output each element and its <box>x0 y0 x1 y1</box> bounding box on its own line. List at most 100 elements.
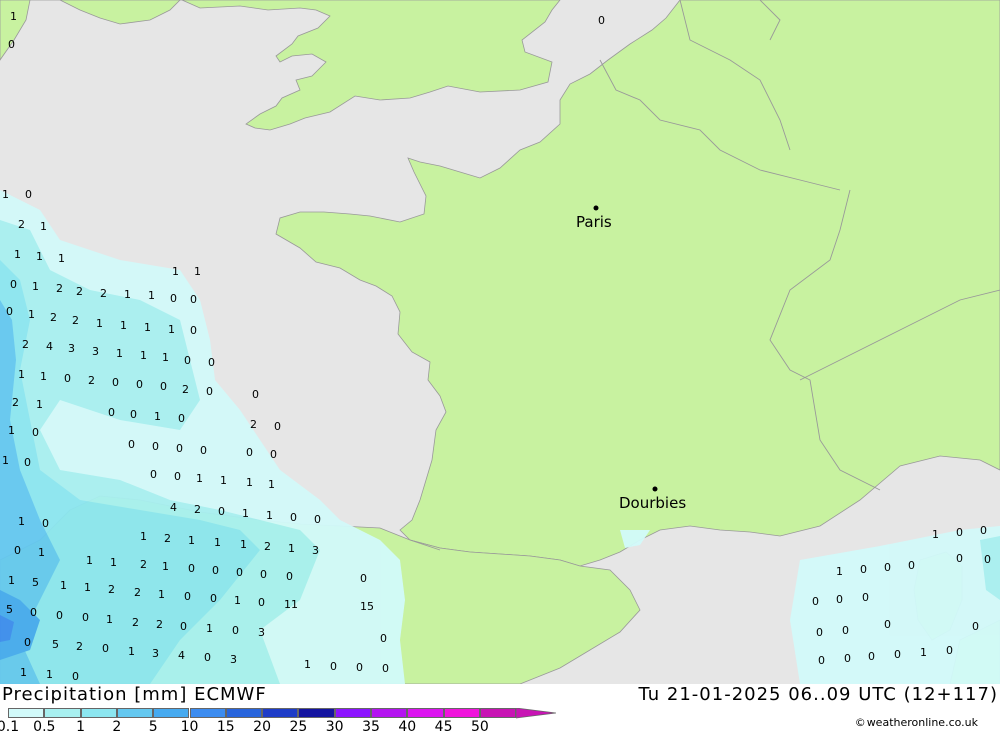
precip-value: 2 <box>50 311 57 324</box>
precip-value: 0 <box>206 385 213 398</box>
precip-value: 2 <box>76 285 83 298</box>
precip-value: 0 <box>152 440 159 453</box>
precip-value: 1 <box>220 474 227 487</box>
precip-value: 1 <box>32 280 39 293</box>
precip-value: 0 <box>42 517 49 530</box>
legend-swatch <box>407 708 444 718</box>
precip-value: 1 <box>234 594 241 607</box>
precip-value: 1 <box>2 454 9 467</box>
precip-value: 1 <box>40 370 47 383</box>
precip-value: 1 <box>38 546 45 559</box>
legend-swatch <box>298 708 335 718</box>
precip-value: 2 <box>182 383 189 396</box>
precip-value: 0 <box>894 648 901 661</box>
precip-value: 1 <box>154 410 161 423</box>
precip-value: 1 <box>158 588 165 601</box>
precip-value: 0 <box>24 456 31 469</box>
legend-swatch <box>371 708 408 718</box>
legend-swatch <box>80 708 117 718</box>
map-datetime: Tu 21-01-2025 06..09 UTC (12+117) <box>638 684 998 705</box>
precip-value: 0 <box>844 652 851 665</box>
precip-value: 1 <box>288 542 295 555</box>
precip-value: 0 <box>25 188 32 201</box>
credit-link[interactable]: ©weatheronline.co.uk <box>855 716 978 729</box>
precip-value: 1 <box>214 536 221 549</box>
precip-value: 0 <box>860 563 867 576</box>
legend-swatch <box>479 708 517 718</box>
precip-value: 0 <box>176 442 183 455</box>
precip-value: 2 <box>72 314 79 327</box>
precip-value: 1 <box>196 472 203 485</box>
legend-swatch <box>334 708 371 718</box>
precip-value: 4 <box>46 340 53 353</box>
precip-value: 0 <box>330 660 337 673</box>
precip-value: 0 <box>82 611 89 624</box>
legend-swatch <box>225 708 263 718</box>
precip-value: 0 <box>72 670 79 683</box>
legend-swatch <box>443 708 480 718</box>
precip-value: 0 <box>180 620 187 633</box>
precip-value: 0 <box>200 444 207 457</box>
precip-value: 0 <box>908 559 915 572</box>
precip-value: 0 <box>252 388 259 401</box>
precip-value: 3 <box>312 544 319 557</box>
precip-value: 1 <box>246 476 253 489</box>
precip-value: 0 <box>8 38 15 51</box>
precip-value: 0 <box>380 632 387 645</box>
precip-value: 1 <box>188 534 195 547</box>
precip-value: 1 <box>168 323 175 336</box>
precip-value: 2 <box>132 616 139 629</box>
precip-value: 0 <box>128 438 135 451</box>
precip-value: 15 <box>360 600 374 613</box>
precip-value: 1 <box>84 581 91 594</box>
precip-value: 4 <box>178 649 185 662</box>
precip-value: 1 <box>20 666 27 679</box>
precip-value: 1 <box>120 319 127 332</box>
precip-value: 1 <box>28 308 35 321</box>
precip-value: 1 <box>58 252 65 265</box>
precip-value: 0 <box>108 406 115 419</box>
precip-value: 2 <box>140 558 147 571</box>
precip-value: 0 <box>56 609 63 622</box>
precip-value: 0 <box>32 426 39 439</box>
precip-value: 1 <box>86 554 93 567</box>
precip-value: 0 <box>232 624 239 637</box>
precip-value: 0 <box>818 654 825 667</box>
precip-value: 1 <box>144 321 151 334</box>
precip-value: 0 <box>178 412 185 425</box>
precip-value: 2 <box>76 640 83 653</box>
precip-value: 0 <box>286 570 293 583</box>
legend-swatch <box>116 708 154 718</box>
precip-value: 1 <box>304 658 311 671</box>
precip-value: 0 <box>868 650 875 663</box>
precipitation-map: Paris Dourbies 101 02 11 1 10 1 2 2 2 1 1 0 01 10 1 2 2 1… <box>0 0 1000 684</box>
precip-value: 0 <box>30 606 37 619</box>
precip-value: 0 <box>274 420 281 433</box>
precip-value: 0 <box>382 662 389 675</box>
precip-value: 0 <box>836 593 843 606</box>
legend-swatch <box>262 708 299 718</box>
precip-value: 1 <box>96 317 103 330</box>
precip-value: 1 <box>14 248 21 261</box>
precip-value: 1 <box>242 507 249 520</box>
precip-value: 0 <box>956 552 963 565</box>
precip-value: 0 <box>208 356 215 369</box>
precip-value: 0 <box>64 372 71 385</box>
precip-value: 0 <box>218 505 225 518</box>
precip-value: 1 <box>140 349 147 362</box>
precip-value: 0 <box>956 526 963 539</box>
precip-value: 0 <box>150 468 157 481</box>
precip-value: 0 <box>184 590 191 603</box>
precip-value: 1 <box>40 220 47 233</box>
precip-value: 2 <box>134 586 141 599</box>
precip-value: 0 <box>136 378 143 391</box>
precip-value: 0 <box>210 592 217 605</box>
map-title: Precipitation [mm] ECMWF <box>2 684 267 705</box>
precip-value: 1 <box>60 579 67 592</box>
precip-value: 1 <box>920 646 927 659</box>
precip-value: 2 <box>264 540 271 553</box>
precip-value: 1 <box>172 265 179 278</box>
precip-value: 5 <box>6 603 13 616</box>
precip-value: 0 <box>290 511 297 524</box>
precip-value: 0 <box>842 624 849 637</box>
